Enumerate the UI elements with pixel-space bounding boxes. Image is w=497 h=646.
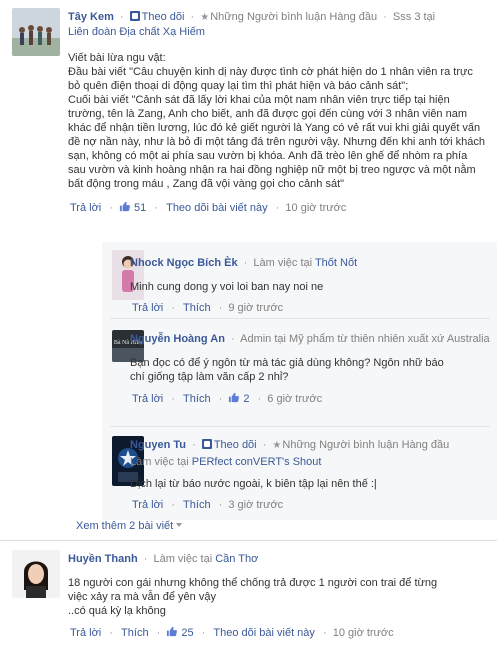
reply-link[interactable]: Trả lời [70,627,101,639]
see-more-replies-link[interactable]: Xem thêm 2 bài viết [76,520,183,532]
comment-separator [0,540,497,541]
follow-link[interactable]: Theo dõi [142,11,185,23]
comment-author[interactable]: Nguyen Tu [130,439,186,451]
comment-author[interactable]: Tây Kem [68,11,114,23]
chevron-down-icon [176,523,183,527]
comment-author[interactable]: Nguyễn Hoàng An [130,333,225,345]
reply-nguyen-tu: Nguyen Tu · Theo dõi · ★Những Người bình… [102,436,497,516]
comment-actions: Trả lời · Thích · 3 giờ trước [132,499,284,511]
see-more-replies-label: Xem thêm 2 bài viết [76,520,174,532]
comment-actions: Trả lời · Thích · 9 giờ trước [132,302,284,314]
work-prefix: Làm việc tại [153,553,213,565]
like-count[interactable]: 51 [134,202,146,214]
like-count[interactable]: 25 [181,627,193,639]
comment-text: Minh cung dong y voi loi ban nay noi ne [130,281,324,293]
comment-huyen-thanh: Huyền Thanh · Làm việc tại Cần Thơ 18 ng… [0,542,497,646]
comment-time: 3 giờ trước [228,499,284,511]
author-workplace[interactable]: PERfect conVERT's Shout [192,456,322,468]
follow-icon [129,11,140,21]
follow-post-link[interactable]: Theo dõi bài viết này [213,627,315,639]
top-commenter-badge: Những Người bình luận Hàng đầu [210,11,378,23]
follow-link[interactable]: Theo dõi [214,439,257,451]
thumbs-up-icon [167,626,178,637]
author-workplace[interactable]: Liên đoàn Địa chất Xạ Hiếm [68,25,493,39]
top-commenter-badge: Những Người bình luận Hàng đầu [282,439,450,451]
reply-nguyen-hoang-an: Bà Nã Hills Nguyễn Hoàng An · Admin tại … [102,330,497,422]
comment-time: 10 giờ trước [285,202,347,214]
reply-link[interactable]: Trả lời [132,393,163,405]
reply-divider [110,426,490,427]
comment-text: Dịch lại từ báo nước ngoài, k biên tập l… [130,478,377,490]
reply-divider [110,318,490,319]
avatar[interactable] [12,8,60,56]
comment-actions: Trả lời · Thích · 2 · 6 giờ trước [132,392,323,405]
comment-actions: Trả lời · 51 · Theo dõi bài viết này · 1… [70,201,347,214]
comment-time: 9 giờ trước [228,302,284,314]
follow-icon [201,439,212,449]
like-link[interactable]: Thích [183,302,211,314]
work-prefix: Làm việc tại [130,456,189,468]
avatar-photo [12,550,60,598]
follow-post-link[interactable]: Theo dõi bài viết này [166,202,268,214]
thumbs-up-icon [229,392,240,403]
like-link[interactable]: Thích [183,499,211,511]
reply-link[interactable]: Trả lời [132,499,163,511]
comment-text: 18 người con gái nhưng không thể chống t… [68,577,438,617]
comment-author[interactable]: Nhock Ngọc Bích Èk [130,257,238,269]
like-link[interactable]: Thích [121,627,149,639]
like-count[interactable]: 2 [243,393,249,405]
comment-author[interactable]: Huyền Thanh [68,553,138,565]
comment-text: Viết bài lừa ngu vật: Đầu bài viết "Câu … [68,52,485,190]
thumbs-up-icon [119,201,130,212]
reply-link[interactable]: Trả lời [132,302,163,314]
star-icon: ★ [272,440,282,451]
comment-actions: Trả lời · Thích · 25 · Theo dõi bài viết… [70,626,394,639]
reply-link[interactable]: Trả lời [70,202,101,214]
author-workplace[interactable]: Thốt Nốt [315,257,357,269]
avatar[interactable] [12,550,60,598]
reply-nhock: Nhock Ngọc Bích Èk · Làm việc tại Thốt N… [102,250,497,314]
like-link[interactable]: Thích [183,393,211,405]
comment-meta-extra: Sss 3 tại [392,11,436,23]
author-workplace[interactable]: Cần Thơ [215,553,258,565]
author-role: Admin tại Mỹ phẩm từ thiên nhiên xuất xứ… [240,333,490,345]
comment-text: Bạn đọc có để ý ngôn từ mà tác giả dùng … [130,357,444,383]
comment-time: 10 giờ trước [332,627,394,639]
comment-tay-kem: Tây Kem · Theo dõi · ★Những Người bình l… [0,0,497,240]
star-icon: ★ [200,12,210,23]
avatar-photo [12,8,60,56]
work-prefix: Làm việc tại [253,257,313,269]
comment-time: 6 giờ trước [267,393,323,405]
